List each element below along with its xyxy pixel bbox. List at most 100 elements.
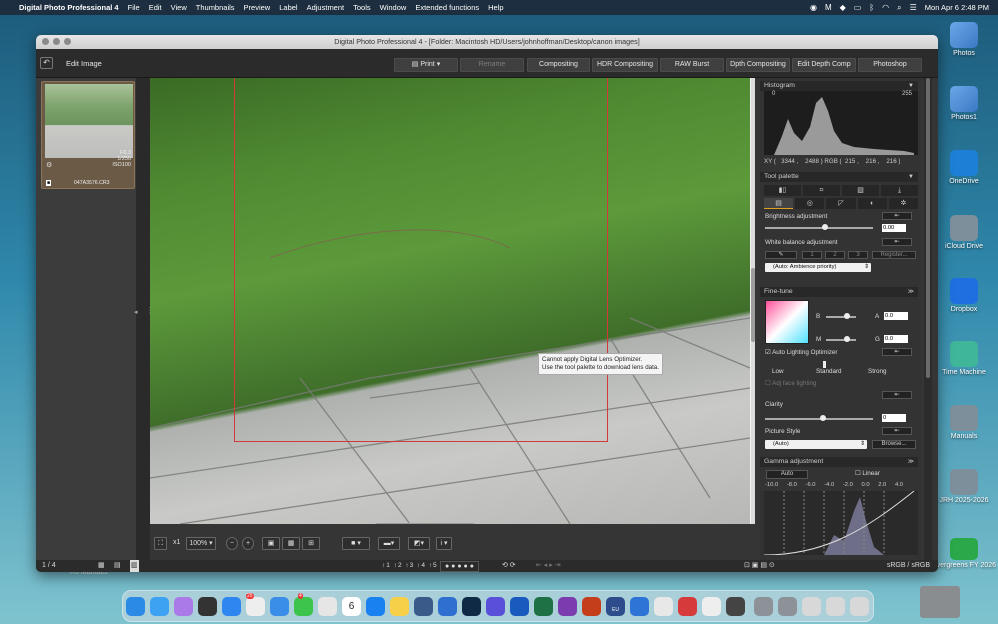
safari-icon[interactable] — [366, 597, 385, 616]
downloads-folder-icon[interactable] — [754, 597, 773, 616]
wifi-icon[interactable]: ◠ — [882, 3, 889, 12]
b-slider[interactable] — [826, 316, 856, 318]
dropbox-icon[interactable]: ◆ — [840, 3, 846, 12]
brightness-slider-knob[interactable] — [822, 224, 828, 230]
alo-reset-button[interactable]: ⇤ — [882, 348, 912, 356]
app-menu[interactable]: Digital Photo Professional 4 — [19, 3, 119, 12]
lambda-app-icon[interactable] — [702, 597, 721, 616]
info-button[interactable]: i ▾ — [436, 537, 452, 550]
utility-icon[interactable] — [630, 597, 649, 616]
launchpad-icon[interactable] — [174, 597, 193, 616]
excel-icon[interactable] — [534, 597, 553, 616]
battery-icon[interactable]: ▭ — [854, 3, 862, 12]
rename-button[interactable]: Rename — [460, 58, 524, 72]
grid-icon[interactable]: ▦ — [282, 537, 300, 550]
menu-extended[interactable]: Extended functions — [415, 3, 479, 12]
preview-image[interactable]: Cannot apply Digital Lens Optimizer. Use … — [150, 78, 750, 524]
brightness-slider[interactable] — [765, 227, 873, 229]
image-doc-icon[interactable] — [850, 597, 869, 616]
close-icon[interactable] — [42, 38, 49, 45]
scroll-thumb[interactable] — [751, 268, 755, 342]
dpp-icon[interactable] — [438, 597, 457, 616]
browse-button[interactable]: Browse... — [872, 440, 916, 449]
zoom-x1-label[interactable]: x1 — [173, 539, 180, 546]
clock[interactable]: Mon Apr 6 2:48 PM — [925, 3, 989, 12]
opera-icon[interactable] — [678, 597, 697, 616]
curve-tab-icon[interactable]: ◸ — [826, 198, 856, 209]
zoom-select[interactable]: 100% ▾ — [186, 537, 216, 550]
star-rating[interactable]: ● ● ● ● ● — [440, 561, 479, 572]
tool-palette-header[interactable]: Tool palette ▼ — [760, 172, 918, 182]
af-point-icon[interactable]: ▣ — [262, 537, 280, 550]
collapse-left-icon[interactable]: ◂ — [134, 308, 138, 316]
clarity-value[interactable]: 0 — [882, 414, 906, 422]
vertical-scrollbar[interactable] — [751, 78, 755, 524]
tool-app-icon[interactable] — [486, 597, 505, 616]
clarity-slider-knob[interactable] — [820, 415, 826, 421]
clarity-slider[interactable] — [765, 418, 873, 420]
gmail-icon[interactable]: M — [825, 3, 832, 12]
lightroom-icon[interactable] — [462, 597, 481, 616]
palette-scroll-thumb[interactable] — [926, 78, 930, 378]
fit-screen-icon[interactable]: ⛶ — [154, 537, 167, 550]
control-center-icon[interactable]: ☰ — [910, 3, 917, 12]
compare-icons[interactable]: ⊡ ▣ ▤ ⊙ — [744, 560, 775, 572]
menu-window[interactable]: Window — [380, 3, 407, 12]
icloud-icon[interactable] — [150, 597, 169, 616]
compositing-button[interactable]: Compositing — [527, 58, 590, 72]
thumbnail-item[interactable]: F6.3 1/250 ISO100 ⚙ ■ 047A3576.CR3 — [41, 81, 135, 189]
photos-app-icon[interactable] — [414, 597, 433, 616]
word-icon[interactable] — [510, 597, 529, 616]
rotate-icons[interactable]: ⟲ ⟳ — [502, 560, 516, 572]
m-slider-knob[interactable] — [844, 336, 850, 342]
linear-checkbox[interactable]: ☐ Linear — [855, 470, 880, 477]
export-tab-icon[interactable]: ⤓ — [881, 185, 918, 196]
back-button[interactable]: ↶ — [40, 57, 53, 69]
zoom-in-button[interactable]: + — [242, 537, 254, 550]
view-edit-icon[interactable]: ▥ — [130, 560, 139, 572]
notes-icon[interactable] — [390, 597, 409, 616]
view-grid-icon[interactable]: ▦ — [98, 560, 105, 572]
wb-preset-2[interactable]: 2 — [825, 251, 845, 259]
b-slider-knob[interactable] — [844, 313, 850, 319]
zoom-icon[interactable] — [64, 38, 71, 45]
color-wheel[interactable] — [765, 300, 809, 344]
powerpoint-icon[interactable] — [582, 597, 601, 616]
image-info-icon[interactable]: ◩▾ — [408, 537, 430, 550]
app-store-icon[interactable] — [222, 597, 241, 616]
menu-preview[interactable]: Preview — [244, 3, 271, 12]
minimize-icon[interactable] — [53, 38, 60, 45]
menu-file[interactable]: File — [128, 3, 140, 12]
alo-checkbox[interactable]: ☑ Auto Lighting Optimizer — [765, 349, 838, 356]
nav-arrows-icon[interactable]: ⇤ ◂ ▸ ⇥ — [536, 560, 561, 572]
maps-icon[interactable] — [318, 597, 337, 616]
rating-icons[interactable]: ↑1 ↑2 ↑3 ↑4 ↑5 — [382, 560, 438, 572]
wb-preset-3[interactable]: 3 — [848, 251, 868, 259]
brightness-reset-button[interactable]: ⇤ — [882, 212, 912, 220]
image-viewer[interactable]: Cannot apply Digital Lens Optimizer. Use … — [150, 78, 755, 527]
document-icon[interactable] — [826, 597, 845, 616]
wb-reset-button[interactable]: ⇤ — [882, 238, 912, 246]
alo-slider-knob[interactable] — [823, 361, 826, 368]
color-tab-icon[interactable]: ◐ — [857, 198, 887, 209]
palette-scrollbar[interactable] — [924, 78, 932, 560]
gamma-graph[interactable] — [764, 491, 918, 555]
wb-mode-select[interactable]: (Auto: Ambience priority) ⇕ — [765, 263, 871, 272]
utility2-icon[interactable] — [726, 597, 745, 616]
fine-tune-header[interactable]: Fine-tune ≫ — [760, 287, 918, 297]
wb-register-button[interactable]: Register... — [872, 251, 916, 259]
clarity-reset-button[interactable]: ⇤ — [882, 391, 912, 399]
onenote-icon[interactable] — [558, 597, 577, 616]
eu-app-icon[interactable]: EU — [606, 597, 625, 616]
adj-face-checkbox[interactable]: ☐ Adj face lighting — [765, 380, 817, 387]
raw-burst-button[interactable]: RAW Burst — [660, 58, 724, 72]
brightness-value[interactable]: 0.00 — [882, 224, 906, 232]
basic-tab-icon[interactable]: ▤ — [764, 198, 794, 209]
photoshop-button[interactable]: Photoshop — [858, 58, 922, 72]
menu-thumbnails[interactable]: Thumbnails — [196, 3, 235, 12]
bluetooth-icon[interactable]: ᛒ — [869, 3, 874, 12]
edit-depth-comp-button[interactable]: Edit Depth Comp — [792, 58, 856, 72]
m-slider[interactable] — [826, 339, 856, 341]
camera-icon[interactable]: ◉ — [810, 3, 817, 12]
g-value[interactable]: 0.0 — [884, 335, 908, 343]
